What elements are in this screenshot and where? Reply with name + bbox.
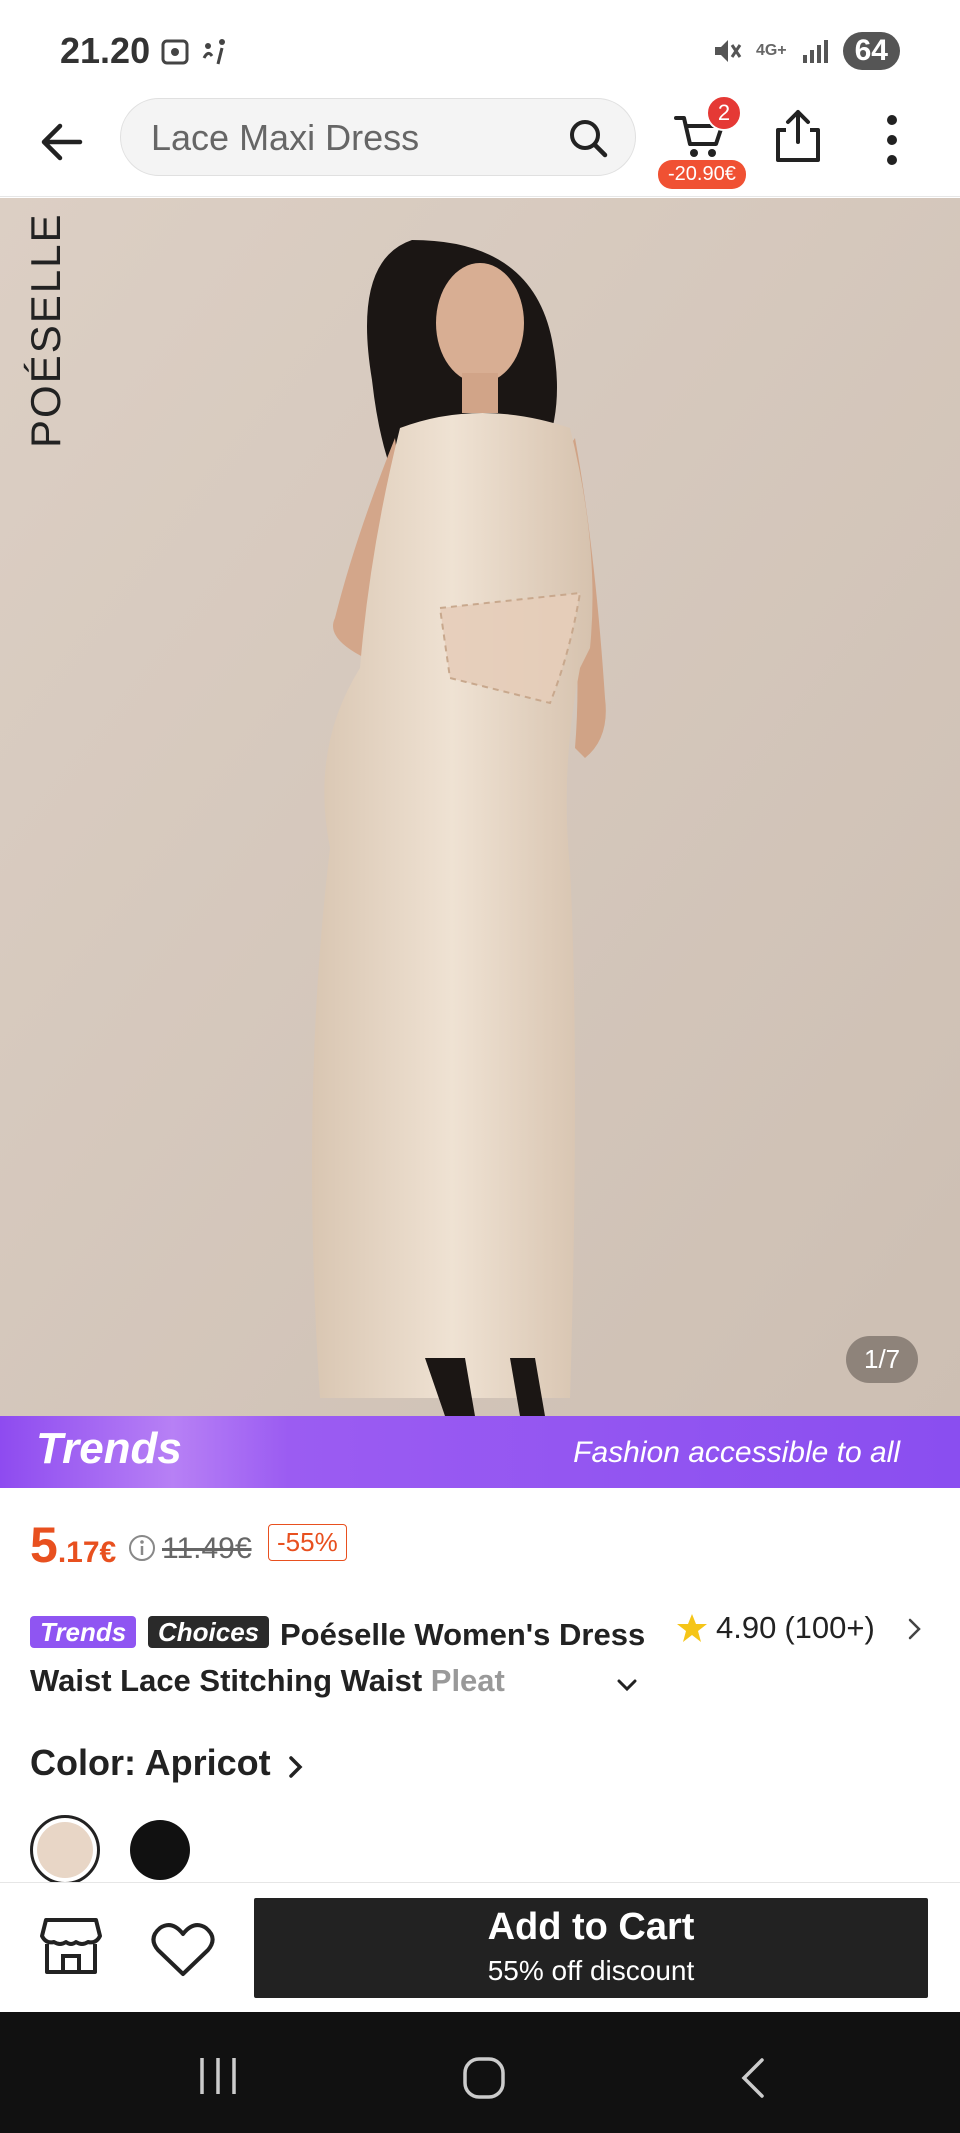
color-swatch-apricot[interactable] — [30, 1815, 100, 1885]
back-chevron-icon — [741, 2058, 764, 2098]
product-image[interactable]: POÉSELLE — [0, 198, 960, 1416]
rating-summary[interactable]: 4.90 (100+) — [676, 1610, 875, 1646]
product-photo — [0, 198, 960, 1416]
trends-tag: Trends — [30, 1616, 137, 1648]
brand-watermark: POÉSELLE — [22, 212, 69, 448]
wishlist-button[interactable] — [150, 1920, 216, 1980]
system-nav-bar — [0, 2012, 960, 2133]
add-to-cart-subtitle: 55% off discount — [487, 1955, 695, 1986]
more-options-button[interactable] — [880, 112, 904, 168]
status-notification-icons — [160, 36, 232, 73]
add-to-cart-button[interactable]: Add to Cart 55% off discount — [254, 1898, 928, 1998]
screenshot-icon — [161, 39, 225, 65]
color-swatch-black[interactable] — [130, 1820, 190, 1880]
current-price: 5.17€ — [30, 1516, 116, 1574]
status-time: 21.20 — [60, 30, 151, 71]
color-chevron[interactable] — [284, 1752, 308, 1787]
home-button[interactable] — [462, 2056, 506, 2105]
battery-indicator: 64 — [842, 32, 900, 70]
share-button[interactable] — [770, 106, 826, 166]
choices-tag: Choices — [148, 1616, 270, 1648]
arrow-left-icon — [41, 123, 83, 161]
chevron-right-icon — [289, 1756, 303, 1778]
rating-count: (100+) — [784, 1610, 875, 1645]
original-price: 11.49€ — [162, 1532, 252, 1565]
color-label[interactable]: Color: Apricot — [30, 1742, 271, 1784]
store-button[interactable] — [38, 1916, 104, 1976]
discount-badge: -55% — [268, 1524, 347, 1561]
heart-icon — [151, 1923, 215, 1976]
mute-icon — [714, 40, 742, 62]
trends-tagline: Fashion accessible to all — [573, 1436, 900, 1469]
home-icon — [463, 2057, 505, 2099]
back-button[interactable] — [36, 116, 88, 168]
recent-apps-icon — [200, 2058, 236, 2094]
price-integer: 5 — [30, 1517, 58, 1573]
product-title-faded: Pleat — [430, 1663, 505, 1698]
system-back-button[interactable] — [738, 2056, 768, 2105]
price-info-button[interactable] — [128, 1534, 156, 1562]
price-decimal: .17€ — [57, 1536, 117, 1569]
trends-banner[interactable]: Trends Fashion accessible to all — [0, 1416, 960, 1488]
cart-discount-badge: -20.90€ — [658, 160, 746, 189]
more-vertical-icon — [887, 115, 897, 165]
cart-count-badge: 2 — [706, 95, 742, 131]
expand-title-button[interactable] — [614, 1672, 640, 1703]
image-counter: 1/7 — [846, 1336, 919, 1383]
status-right: 4G+ 64 — [712, 32, 900, 70]
add-to-cart-label: Add to Cart — [487, 1906, 695, 1948]
star-icon — [677, 1614, 707, 1642]
search-query: Lace Maxi Dress — [151, 117, 420, 158]
network-type: 4G+ — [755, 42, 787, 59]
trends-logo: Trends — [36, 1424, 182, 1473]
info-icon — [129, 1535, 155, 1561]
store-icon — [40, 1918, 102, 1974]
chevron-down-icon — [617, 1679, 637, 1692]
chevron-right-icon — [908, 1618, 921, 1640]
signal-icon — [802, 40, 828, 63]
rating-value: 4.90 — [716, 1610, 777, 1645]
search-input[interactable]: Lace Maxi Dress — [120, 98, 636, 176]
recent-apps-button[interactable] — [196, 2056, 240, 2101]
share-icon — [776, 110, 820, 162]
search-icon[interactable] — [567, 117, 609, 159]
rating-chevron[interactable] — [902, 1614, 926, 1649]
